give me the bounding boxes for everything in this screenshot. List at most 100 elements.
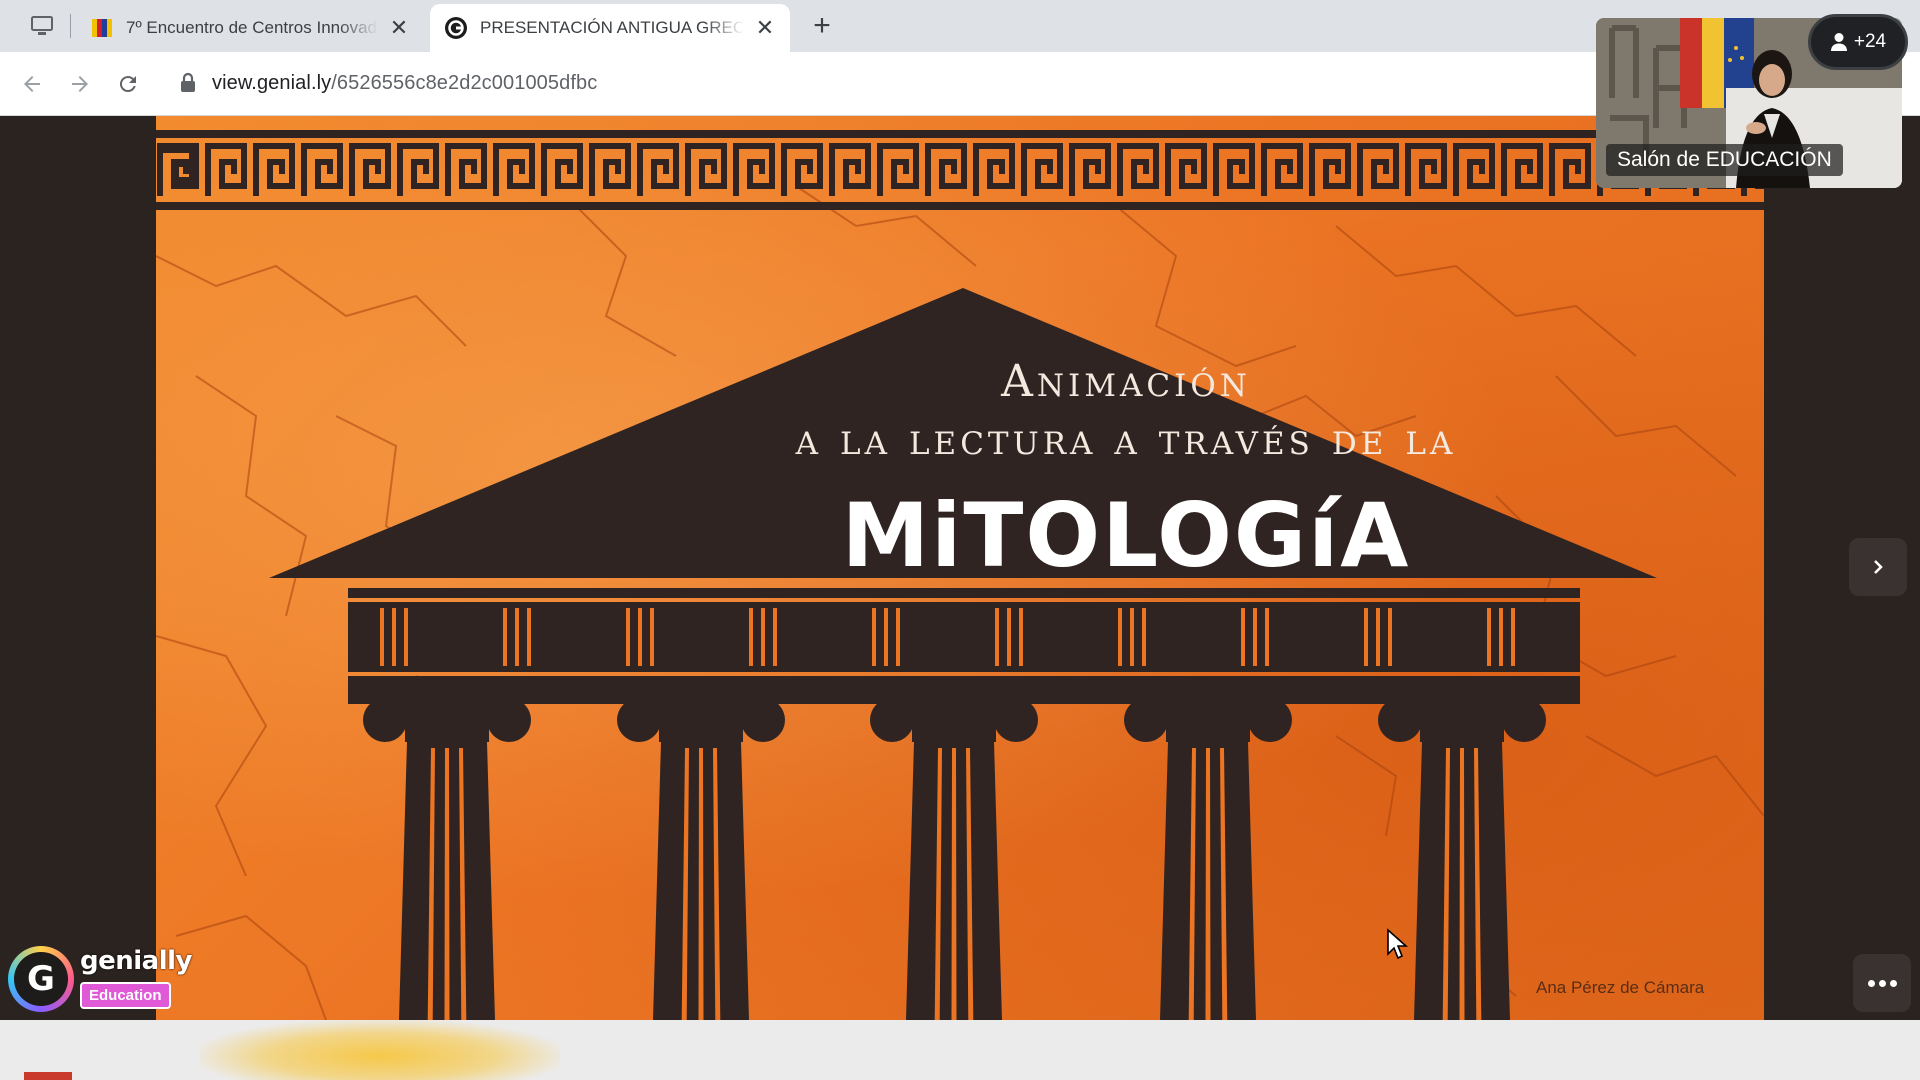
more-dot [1878,979,1886,987]
meander-segment [397,143,439,196]
meander-segment [1165,143,1207,196]
triglyph-groove [1007,608,1011,666]
tab-title: PRESENTACIÓN ANTIGUA GRECIA [480,18,744,38]
bottom-red-mark [24,1072,72,1080]
more-dots-icon [1867,979,1875,987]
bottom-decoration [200,1020,560,1080]
lock-icon[interactable] [180,72,196,96]
url-path: /6526556c8e2d2c001005dfbc [331,72,598,94]
page-content: Animación a la lectura a través de la Mi… [0,116,1920,1020]
genially-logo-icon: G [8,946,74,1012]
temple-column [1124,698,1292,1020]
meander-segment [301,143,343,196]
flag-favicon [92,19,112,37]
meander-segment [445,143,487,196]
genially-brand: genially [80,946,192,976]
triglyph-groove [1241,608,1245,666]
triglyph-groove [1499,608,1503,666]
reload-icon[interactable] [112,68,144,100]
triglyph-groove [1019,608,1023,666]
meander-segment [877,143,919,196]
close-icon[interactable]: ✕ [750,13,780,43]
triglyph-groove [995,608,999,666]
triglyph-groove [638,608,642,666]
title-line-1: Animación [1001,356,1251,407]
url-host: view.genial.ly [212,72,332,94]
title-line-2: a la lectura a través de la [795,414,1457,465]
triglyph-groove [1376,608,1380,666]
triglyph-groove [872,608,876,666]
meander-segment [973,143,1015,196]
triglyph-groove [1388,608,1392,666]
meander-segment [1309,143,1351,196]
new-tab-button[interactable]: + [804,11,840,42]
triglyph-groove [503,608,507,666]
meander-segment [589,143,631,196]
meander-segment [1021,143,1063,196]
address-bar[interactable]: view.genial.ly/6526556c8e2d2c001005dfbc [212,72,597,95]
meander-segment [685,143,727,196]
meander-segment [733,143,775,196]
meander-segment [1405,143,1447,196]
meander-segment [205,143,247,196]
triglyph-groove [1118,608,1122,666]
chevron-right-icon [1874,560,1883,574]
triglyph-groove [1265,608,1269,666]
pc-icon[interactable] [28,14,56,38]
bottom-strip [0,1020,1920,1080]
meander-segment [1453,143,1495,196]
presentation-slide: Animación a la lectura a través de la Mi… [156,116,1764,1020]
meander-segment [1261,143,1303,196]
next-slide-button[interactable] [1849,538,1907,596]
triglyph-groove [404,608,408,666]
back-arrow-icon[interactable] [16,68,48,100]
cursor-icon [1387,928,1408,960]
more-dot [1889,979,1897,987]
triglyph-groove [773,608,777,666]
meander-segment [781,143,823,196]
temple-column [617,698,785,1020]
video-label: Salón de EDUCACIÓN [1606,144,1843,176]
participants-button[interactable]: +24 [1808,14,1908,70]
triglyph-groove [761,608,765,666]
meander-segment [829,143,871,196]
title-line-3: MiTOLOGíA [841,484,1411,587]
temple-column [1378,698,1546,1020]
more-options-button[interactable] [1853,954,1911,1012]
tab-title: 7º Encuentro de Centros Innovadores [126,18,378,38]
author-credit: Ana Pérez de Cámara [1536,978,1705,997]
triglyph-groove [380,608,384,666]
triglyph-groove [1364,608,1368,666]
genially-education-logo[interactable]: G genially Education [8,944,192,1014]
triglyph-groove [1511,608,1515,666]
meander-segment [1549,143,1591,196]
triglyph-groove [515,608,519,666]
meander-segment [493,143,535,196]
meander-segment [1117,143,1159,196]
triglyph-groove [749,608,753,666]
genially-letter: G [14,952,68,1006]
meander-segment [637,143,679,196]
meander-segment [1213,143,1255,196]
close-icon[interactable]: ✕ [384,13,414,43]
person-icon [1830,33,1847,51]
meander-segment [541,143,583,196]
tab-encuentro[interactable]: 7º Encuentro de Centros Innovadores ✕ [76,4,424,52]
temple-column [363,698,531,1020]
meander-segment [1501,143,1543,196]
meander-segment [349,143,391,196]
genially-favicon [445,17,467,39]
meander-segment [1357,143,1399,196]
triglyph-groove [884,608,888,666]
participant-count: +24 [1853,31,1887,52]
tab-separator [70,14,71,38]
triglyph-groove [896,608,900,666]
triglyph-groove [1487,608,1491,666]
triglyph-groove [626,608,630,666]
triglyph-groove [1130,608,1134,666]
tab-presentacion[interactable]: PRESENTACIÓN ANTIGUA GRECIA ✕ [430,4,790,52]
meander-segment [925,143,967,196]
meander-segment [253,143,295,196]
education-badge: Education [80,982,171,1009]
forward-arrow-icon[interactable] [64,68,96,100]
